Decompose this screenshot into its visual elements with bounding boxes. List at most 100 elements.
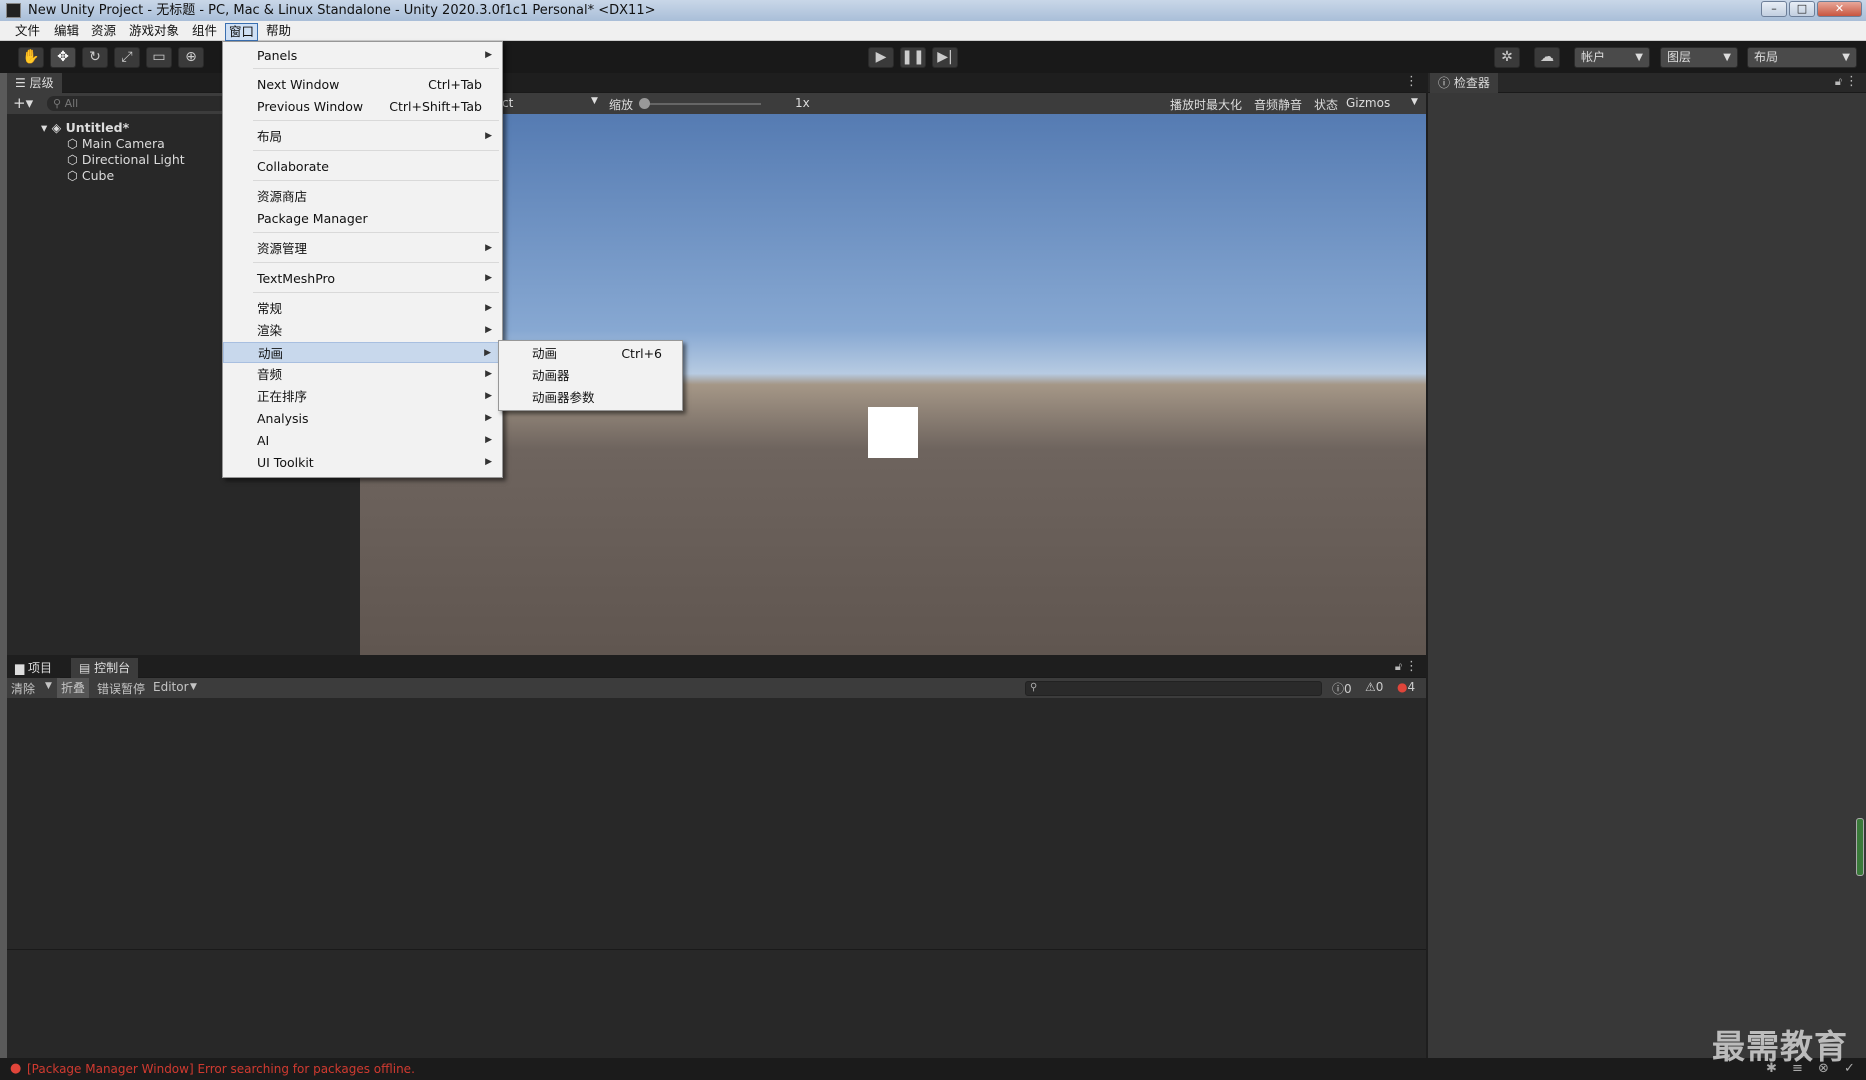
menu-item-label: AI bbox=[257, 433, 270, 448]
step-button[interactable]: ▶| bbox=[932, 47, 958, 68]
hierarchy-item-cube[interactable]: ⬡ Cube bbox=[67, 168, 114, 184]
maximize-button[interactable]: □ bbox=[1789, 1, 1815, 17]
menu-item-asset-management[interactable]: 资源管理 ▶ bbox=[223, 238, 502, 259]
menu-item-label: 动画器 bbox=[532, 368, 570, 383]
minimize-button[interactable]: – bbox=[1761, 1, 1787, 17]
menu-item-shortcut: Ctrl+Tab bbox=[428, 77, 482, 92]
collapse-button[interactable]: 折叠 bbox=[57, 678, 90, 698]
menu-item-next-window[interactable]: Next Window Ctrl+Tab bbox=[223, 74, 502, 95]
menu-item-package-manager[interactable]: Package Manager bbox=[223, 208, 502, 229]
chevron-down-icon[interactable]: ▼ bbox=[1411, 97, 1418, 107]
menu-item-textmeshpro[interactable]: TextMeshPro ▶ bbox=[223, 268, 502, 289]
menu-item-rendering[interactable]: 渲染 ▶ bbox=[223, 320, 502, 341]
log-count[interactable]: ⓘ0 bbox=[1332, 680, 1352, 697]
menu-bar: 文件 编辑 资源 游戏对象 组件 窗口 帮助 bbox=[0, 21, 1866, 41]
menu-item-ai[interactable]: AI ▶ bbox=[223, 430, 502, 451]
pause-button[interactable]: ❚❚ bbox=[900, 47, 926, 68]
lock-icon[interactable]: 🔓︎ bbox=[1395, 660, 1402, 674]
menu-item-label: 动画 bbox=[258, 346, 284, 361]
editor-dropdown[interactable]: Editor bbox=[153, 680, 189, 694]
menu-item-label: 资源商店 bbox=[257, 189, 308, 204]
menu-item-audio[interactable]: 音频 ▶ bbox=[223, 364, 502, 385]
hierarchy-item-directional-light[interactable]: ⬡ Directional Light bbox=[67, 152, 185, 168]
window-title: New Unity Project - 无标题 - PC, Mac & Linu… bbox=[28, 3, 656, 18]
menu-item-ui-toolkit[interactable]: UI Toolkit ▶ bbox=[223, 452, 502, 473]
submenu-item-animator[interactable]: 动画器 bbox=[499, 365, 682, 386]
warning-count[interactable]: ⚠0 bbox=[1365, 680, 1383, 694]
play-button[interactable]: ▶ bbox=[868, 47, 894, 68]
more-options-icon[interactable]: ⋮ bbox=[1845, 74, 1858, 89]
menu-item-label: UI Toolkit bbox=[257, 455, 314, 470]
hamburger-icon: ☰ bbox=[15, 76, 30, 90]
display-dropdown-label[interactable]: ct bbox=[502, 96, 513, 110]
chevron-down-icon[interactable]: ▼ bbox=[190, 682, 197, 692]
layers-dropdown[interactable]: 图层 ▼ bbox=[1660, 47, 1738, 68]
collab-icon[interactable]: ✲ bbox=[1494, 47, 1520, 68]
lock-icon[interactable]: 🔓︎ bbox=[1835, 75, 1842, 89]
more-options-icon[interactable]: ⋮ bbox=[1405, 74, 1418, 89]
menu-item-sequencing[interactable]: 正在排序 ▶ bbox=[223, 386, 502, 407]
error-count[interactable]: ●4 bbox=[1397, 680, 1415, 694]
cube-object bbox=[868, 407, 918, 458]
tab-project[interactable]: ▆ 项目 bbox=[7, 658, 61, 678]
add-icon[interactable]: +▾ bbox=[13, 94, 33, 112]
zoom-slider-track[interactable] bbox=[641, 103, 761, 105]
tab-hierarchy[interactable]: ☰ 层级 bbox=[7, 73, 62, 93]
hand-tool-icon[interactable]: ✋ bbox=[18, 47, 44, 68]
tab-console[interactable]: ▤ 控制台 bbox=[71, 658, 139, 678]
gameobject-icon: ⬡ bbox=[67, 136, 82, 151]
info-icon: ⓘ bbox=[1332, 682, 1345, 696]
menu-item-analysis[interactable]: Analysis ▶ bbox=[223, 408, 502, 429]
menu-item-previous-window[interactable]: Previous Window Ctrl+Shift+Tab bbox=[223, 96, 502, 117]
rect-tool-icon[interactable]: ▭ bbox=[146, 47, 172, 68]
more-options-icon[interactable]: ⋮ bbox=[1405, 659, 1418, 674]
gameobject-icon: ⬡ bbox=[67, 152, 82, 167]
menu-help[interactable]: 帮助 bbox=[263, 23, 294, 39]
divider bbox=[7, 949, 1426, 950]
mute-audio-toggle[interactable]: 音频静音 bbox=[1254, 96, 1302, 113]
menu-item-asset-store[interactable]: 资源商店 bbox=[223, 186, 502, 207]
zoom-slider-handle[interactable] bbox=[639, 98, 650, 109]
maximize-on-play-toggle[interactable]: 播放时最大化 bbox=[1170, 96, 1242, 113]
console-panel: ▆ 项目 ▤ 控制台 🔓︎ ⋮ 清除 ▼ 折叠 错误暂停 Editor ▼ ⚲ … bbox=[7, 658, 1426, 1058]
chevron-down-icon[interactable]: ▼ bbox=[45, 681, 52, 691]
menu-edit[interactable]: 编辑 bbox=[51, 23, 82, 39]
menu-item-label: 正在排序 bbox=[257, 389, 308, 404]
tab-inspector[interactable]: ⓘ 检查器 bbox=[1430, 73, 1498, 93]
menu-separator bbox=[253, 68, 499, 69]
scene-root[interactable]: ▾ ◈ Untitled* bbox=[41, 120, 129, 136]
menu-assets[interactable]: 资源 bbox=[88, 23, 119, 39]
gameobject-icon: ⬡ bbox=[67, 168, 82, 183]
menu-item-panels[interactable]: Panels ▶ bbox=[223, 45, 502, 66]
scrollbar-indicator[interactable] bbox=[1856, 818, 1864, 876]
unity-scene-icon: ◈ bbox=[51, 120, 66, 135]
console-search-input[interactable]: ⚲ bbox=[1025, 681, 1322, 696]
menu-component[interactable]: 组件 bbox=[189, 23, 220, 39]
account-dropdown[interactable]: 帐户 ▼ bbox=[1574, 47, 1650, 68]
menu-item-general[interactable]: 常规 ▶ bbox=[223, 298, 502, 319]
menu-item-animation[interactable]: 动画 ▶ bbox=[223, 342, 502, 363]
move-tool-icon[interactable]: ✥ bbox=[50, 47, 76, 68]
menu-window[interactable]: 窗口 bbox=[225, 23, 259, 41]
menu-item-label: 布局 bbox=[257, 129, 283, 144]
rotate-tool-icon[interactable]: ↻ bbox=[82, 47, 108, 68]
menu-item-layout[interactable]: 布局 ▶ bbox=[223, 126, 502, 147]
layout-dropdown[interactable]: 布局 ▼ bbox=[1747, 47, 1857, 68]
error-pause-button[interactable]: 错误暂停 bbox=[97, 680, 145, 697]
transform-tool-icon[interactable]: ⊕ bbox=[178, 47, 204, 68]
menu-gameobject[interactable]: 游戏对象 bbox=[126, 23, 182, 39]
cloud-icon[interactable]: ☁ bbox=[1534, 47, 1560, 68]
gizmos-toggle[interactable]: Gizmos bbox=[1346, 96, 1390, 110]
clear-button[interactable]: 清除 bbox=[11, 680, 35, 697]
stats-toggle[interactable]: 状态 bbox=[1314, 96, 1338, 113]
info-icon: ⓘ bbox=[1438, 76, 1454, 90]
close-button[interactable]: ✕ bbox=[1817, 1, 1862, 17]
submenu-item-animation[interactable]: 动画 Ctrl+6 bbox=[499, 343, 682, 364]
submenu-item-animator-parameter[interactable]: 动画器参数 bbox=[499, 387, 682, 408]
hierarchy-item-main-camera[interactable]: ⬡ Main Camera bbox=[67, 136, 165, 152]
scale-tool-icon[interactable]: ⤢ bbox=[114, 47, 140, 68]
status-message[interactable]: [Package Manager Window] Error searching… bbox=[27, 1062, 415, 1076]
menu-item-collaborate[interactable]: Collaborate bbox=[223, 156, 502, 177]
menu-file[interactable]: 文件 bbox=[12, 23, 43, 39]
chevron-down-icon[interactable]: ▼ bbox=[591, 96, 598, 106]
